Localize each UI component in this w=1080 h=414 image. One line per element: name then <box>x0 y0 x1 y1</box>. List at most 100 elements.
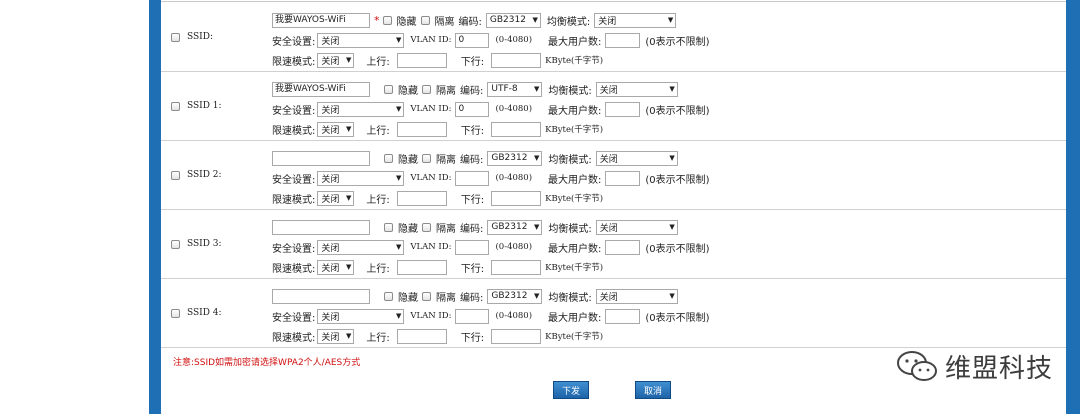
upload-input[interactable] <box>396 328 447 344</box>
hidden-checkbox[interactable] <box>382 15 392 25</box>
security-value: 关闭 <box>321 312 340 323</box>
upload-label: 上行: <box>366 332 390 344</box>
chevron-down-icon: ▼ <box>395 105 402 113</box>
balance-label: 均衡模式: <box>548 85 592 97</box>
row-select-checkbox[interactable] <box>171 32 180 42</box>
rate-unit: KByte(千字节) <box>545 125 604 135</box>
download-input[interactable] <box>491 52 542 68</box>
right-frame-bar <box>1066 0 1080 414</box>
chevron-down-icon: ▼ <box>669 292 675 300</box>
max-users-input[interactable] <box>605 32 641 48</box>
vlan-id-input[interactable]: 0 <box>455 101 490 117</box>
vlan-id-input[interactable]: 0 <box>455 32 490 48</box>
ssid-name-input[interactable] <box>272 219 370 235</box>
chevron-down-icon: ▼ <box>345 56 352 64</box>
security-select[interactable]: 关闭 ▼ <box>317 32 405 48</box>
download-input[interactable] <box>491 259 542 275</box>
row-select-checkbox[interactable] <box>171 239 180 249</box>
rate-limit-select[interactable]: 关闭 ▼ <box>317 52 355 68</box>
ssid-name-input[interactable] <box>272 288 370 304</box>
encoding-select[interactable]: GB2312 ▼ <box>487 288 543 304</box>
ssid-row: SSID 3: 隐藏 隔离 编码: GB2312 ▼ 均衡模式: 关闭 ▼ 安全设置: 关闭 ▼ VLA… <box>161 210 1066 279</box>
security-select[interactable]: 关闭 ▼ <box>317 170 405 186</box>
hidden-label: 隐藏 <box>398 292 418 304</box>
encoding-select[interactable]: GB2312 ▼ <box>485 12 541 28</box>
ssid-name-input[interactable]: 我要WAYOS-WiFi <box>272 12 370 28</box>
security-value: 关闭 <box>321 36 340 47</box>
rate-limit-select[interactable]: 关闭 ▼ <box>317 121 355 137</box>
download-label: 下行: <box>460 194 485 206</box>
max-users-hint: (0表示不限制) <box>645 312 710 324</box>
rate-limit-label: 限速模式: <box>272 125 316 137</box>
encoding-value: GB2312 <box>491 222 528 232</box>
isolate-checkbox[interactable] <box>422 84 431 94</box>
rate-limit-select[interactable]: 关闭 ▼ <box>317 259 355 275</box>
upload-input[interactable] <box>396 190 447 206</box>
security-label: 安全设置: <box>272 105 316 117</box>
balance-select[interactable]: 关闭 ▼ <box>594 12 677 28</box>
balance-select[interactable]: 关闭 ▼ <box>595 288 678 304</box>
max-users-label: 最大用户数: <box>548 36 602 48</box>
encoding-select[interactable]: GB2312 ▼ <box>487 150 543 166</box>
vlan-id-input[interactable] <box>455 170 490 186</box>
ssid-name-input[interactable] <box>272 150 370 166</box>
rate-limit-label: 限速模式: <box>272 194 316 206</box>
chevron-down-icon: ▼ <box>345 194 352 202</box>
download-label: 下行: <box>460 263 485 275</box>
encoding-select[interactable]: UTF-8 ▼ <box>487 81 543 97</box>
balance-select[interactable]: 关闭 ▼ <box>595 81 678 97</box>
chevron-down-icon: ▼ <box>533 85 540 93</box>
encoding-select[interactable]: GB2312 ▼ <box>487 219 543 235</box>
hidden-checkbox[interactable] <box>384 222 393 232</box>
hidden-checkbox[interactable] <box>384 153 393 163</box>
row-select-checkbox[interactable] <box>171 308 180 318</box>
max-users-input[interactable] <box>605 239 641 255</box>
isolate-checkbox[interactable] <box>422 291 431 301</box>
left-frame-bar <box>149 0 161 414</box>
max-users-input[interactable] <box>605 170 641 186</box>
balance-value: 关闭 <box>599 85 618 96</box>
balance-select[interactable]: 关闭 ▼ <box>595 219 678 235</box>
cancel-button[interactable]: 取消 <box>635 381 671 399</box>
vlan-label: VLAN ID: <box>410 35 452 45</box>
rate-limit-label: 限速模式: <box>272 263 316 275</box>
ssid-row: SSID 1: 我要WAYOS-WiFi 隐藏 隔离 编码: UTF-8 ▼ 均衡模式: 关闭 ▼… <box>161 72 1066 141</box>
rate-limit-select[interactable]: 关闭 ▼ <box>317 328 355 344</box>
max-users-input[interactable] <box>605 101 641 117</box>
download-input[interactable] <box>491 328 542 344</box>
isolate-checkbox[interactable] <box>422 222 431 232</box>
max-users-label: 最大用户数: <box>548 105 602 117</box>
row-select-checkbox[interactable] <box>171 101 180 111</box>
rate-unit: KByte(千字节) <box>545 194 604 204</box>
hidden-checkbox[interactable] <box>384 291 393 301</box>
isolate-label: 隔离 <box>436 154 456 166</box>
isolate-checkbox[interactable] <box>420 15 430 25</box>
upload-input[interactable] <box>396 52 447 68</box>
hidden-checkbox[interactable] <box>384 84 393 94</box>
submit-button[interactable]: 下发 <box>553 381 589 399</box>
max-users-hint: (0表示不限制) <box>645 105 710 117</box>
max-users-input[interactable] <box>605 308 641 324</box>
ssid-name-input[interactable]: 我要WAYOS-WiFi <box>272 81 370 97</box>
rate-limit-label: 限速模式: <box>272 56 316 68</box>
required-mark: * <box>374 13 380 27</box>
download-input[interactable] <box>491 121 542 137</box>
download-input[interactable] <box>491 190 542 206</box>
max-users-label: 最大用户数: <box>548 174 602 186</box>
security-select[interactable]: 关闭 ▼ <box>317 308 405 324</box>
vlan-label: VLAN ID: <box>410 242 452 252</box>
upload-input[interactable] <box>396 259 447 275</box>
security-select[interactable]: 关闭 ▼ <box>317 101 405 117</box>
chevron-down-icon: ▼ <box>345 332 352 340</box>
vlan-id-input[interactable] <box>455 239 490 255</box>
balance-label: 均衡模式: <box>548 223 592 235</box>
balance-select[interactable]: 关闭 ▼ <box>595 150 678 166</box>
balance-label: 均衡模式: <box>548 292 592 304</box>
security-select[interactable]: 关闭 ▼ <box>317 239 405 255</box>
isolate-checkbox[interactable] <box>422 153 431 163</box>
max-users-hint: (0表示不限制) <box>645 243 710 255</box>
rate-limit-select[interactable]: 关闭 ▼ <box>317 190 355 206</box>
upload-input[interactable] <box>396 121 447 137</box>
row-select-checkbox[interactable] <box>171 170 180 180</box>
vlan-id-input[interactable] <box>455 308 490 324</box>
